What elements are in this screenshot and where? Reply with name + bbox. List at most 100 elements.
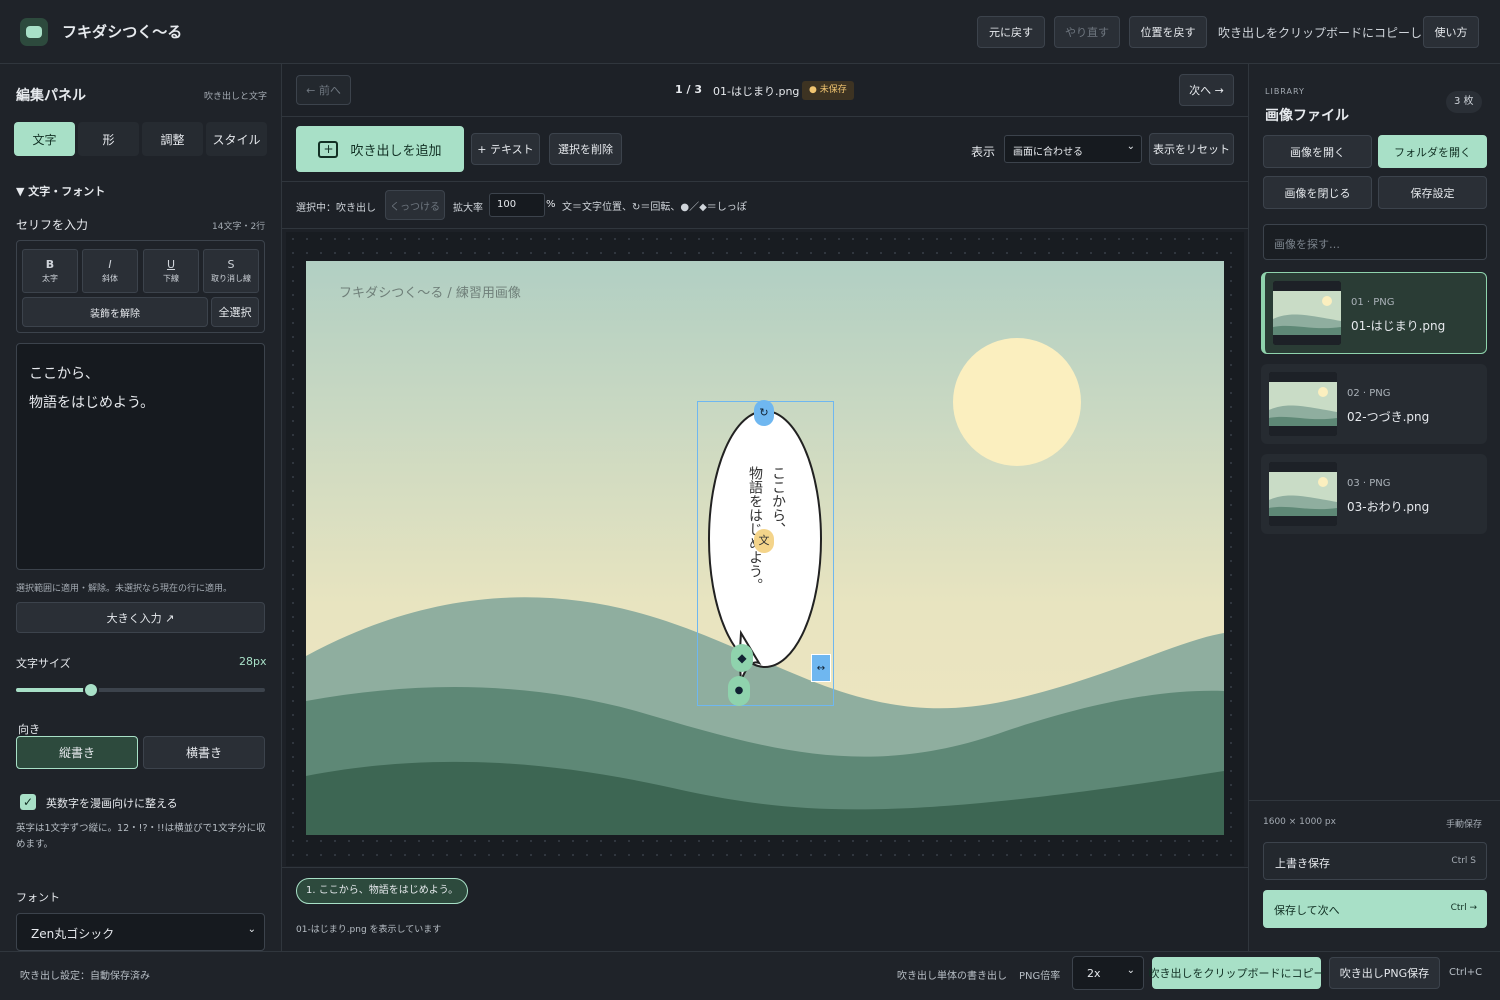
strikethrough-icon: S [227, 258, 235, 271]
image-search-input[interactable]: 画像を探す… [1263, 224, 1487, 260]
clear-format-button[interactable]: 装飾を解除 [22, 297, 208, 327]
overwrite-save-button[interactable]: 上書き保存 Ctrl S [1263, 842, 1487, 880]
copy-bubble-button[interactable]: 吹き出しをクリップボードにコピー [1149, 957, 1325, 989]
prev-button[interactable]: ← 前へ [296, 75, 351, 105]
file-count-badge: 3 枚 [1446, 91, 1482, 113]
font-select[interactable]: Zen丸ゴシック ⌄ [16, 913, 265, 951]
vertical-button[interactable]: 縦書き [16, 736, 138, 769]
apply-hint: 選択範囲に適用・解除。未選択なら現在の行に適用。 [16, 584, 233, 594]
dot-icon: ● [734, 685, 744, 696]
add-bubble-icon: + [318, 140, 339, 158]
bubble-list-chip[interactable]: 1. ここから、物語をはじめよう。 [296, 878, 469, 904]
zoom-label: 拡大率 [453, 203, 483, 214]
redo-button[interactable]: やり直す [1054, 16, 1120, 48]
sun [953, 338, 1081, 466]
open-folder-button[interactable]: フォルダを開く [1378, 135, 1487, 168]
editor-area: ← 前へ 1 / 3 01-はじまり.png ● 未保存 次へ → + 吹き出し… [282, 64, 1248, 951]
manga-checkbox[interactable]: ✓ [20, 794, 36, 810]
diamond-icon: ◆ [737, 651, 747, 665]
delete-selected-button[interactable]: 選択を削除 [549, 133, 622, 165]
save-bubble-png-button[interactable]: 吹き出しPNG保存 [1329, 957, 1440, 989]
file-thumbnail [1269, 372, 1337, 436]
open-image-button[interactable]: 画像を開く [1263, 135, 1372, 168]
save-and-next-button[interactable]: 保存して次へ Ctrl → [1263, 890, 1487, 928]
bold-icon: B [45, 258, 55, 271]
save-mode: 手動保存 [1446, 820, 1483, 830]
panel-subtitle: 吹き出しと文字 [204, 92, 268, 102]
check-icon: ✓ [22, 795, 34, 809]
font-size-label: 文字サイズ [16, 657, 71, 670]
underline-button[interactable]: U 下線 [143, 249, 199, 293]
status-message: 吹き出しをクリップボードにコピーしました [1218, 26, 1459, 40]
display-select[interactable]: 画面に合わせる ⌄ [1004, 135, 1142, 163]
library-panel: LIBRARY 画像ファイル 3 枚 画像を開く フォルダを開く 画像を閉じる … [1248, 64, 1500, 951]
file-thumbnail [1273, 281, 1341, 345]
reset-position-button[interactable]: 位置を戻す [1129, 16, 1207, 48]
selected-label: 選択中：吹き出し [296, 203, 376, 214]
image-dimensions: 1600 × 1000 px [1263, 817, 1336, 827]
app-title: フキダシつく〜る [62, 23, 183, 41]
strikethrough-button[interactable]: S 取り消し線 [203, 249, 259, 293]
select-all-button[interactable]: 全選択 [211, 297, 259, 327]
save-settings-button[interactable]: 保存設定 [1378, 176, 1487, 209]
manga-description: 英字は1文字ずつ縦に。12・!?・!!は横並びで1文字分に収めます。 [16, 823, 266, 850]
file-item-3[interactable]: 03 · PNG 03-おわり.png [1261, 454, 1487, 534]
chevron-down-icon: ⌄ [1126, 965, 1135, 976]
text-input[interactable]: ここから、 物語をはじめよう。 [16, 343, 265, 570]
section-text-font[interactable]: ▼ 文字・フォント [16, 183, 105, 199]
zoom-unit: % [546, 199, 556, 210]
font-label: フォント [16, 891, 60, 904]
underline-icon: U [166, 258, 176, 271]
current-filename: 01-はじまり.png [713, 85, 800, 98]
tail-dot-handle[interactable]: ● [728, 676, 750, 706]
format-toolbar: B 太字 I 斜体 U 下線 S 取り消し線 装飾を解除 全選択 [16, 240, 265, 333]
library-title: 画像ファイル [1265, 108, 1349, 124]
file-item-2[interactable]: 02 · PNG 02-つづき.png [1261, 364, 1487, 444]
edit-panel: 編集パネル 吹き出しと文字 文字 形 調整 スタイル ▼ 文字・フォント セリフ… [0, 64, 282, 951]
header: フキダシつく〜る 元に戻す やり直す 位置を戻す 吹き出しをクリップボードにコピ… [0, 0, 1500, 64]
png-scale-select[interactable]: 2x ⌄ [1072, 956, 1144, 990]
app-logo-icon [20, 18, 48, 46]
undo-button[interactable]: 元に戻す [977, 16, 1045, 48]
input-count: 14文字・2行 [212, 222, 266, 232]
single-export-label: 吹き出し単体の書き出し [897, 971, 1007, 982]
chevron-down-icon: ⌄ [1126, 141, 1135, 152]
font-size-value: 28px [239, 655, 267, 668]
attach-button[interactable]: くっつける [385, 190, 445, 220]
canvas-caption: フキダシつく〜る / 練習用画像 [339, 286, 521, 301]
manga-label[interactable]: 英数字を漫画向けに整える [46, 795, 178, 811]
direction-label: 向き [18, 723, 40, 736]
file-thumbnail [1269, 462, 1337, 526]
reset-view-button[interactable]: 表示をリセット [1149, 133, 1234, 165]
help-button[interactable]: 使い方 [1423, 16, 1479, 48]
handle-legend: 文＝文字位置、↻＝回転、●／◆＝しっぽ [562, 202, 747, 213]
next-button[interactable]: 次へ → [1179, 74, 1234, 106]
display-status: 01-はじまり.png を表示しています [296, 925, 442, 935]
autosave-status: 吹き出し設定：自動保存済み [20, 971, 150, 982]
tail-diamond-handle[interactable]: ◆ [731, 644, 753, 672]
bubble-text-column-1: ここから、 [770, 466, 786, 536]
tab-shape[interactable]: 形 [78, 122, 139, 156]
tab-style[interactable]: スタイル [206, 122, 267, 156]
text-position-handle[interactable]: 文 [754, 529, 774, 553]
large-input-button[interactable]: 大きく入力 ↗ [16, 602, 265, 633]
add-bubble-button[interactable]: + 吹き出しを追加 [296, 126, 464, 172]
library-label: LIBRARY [1265, 87, 1305, 96]
italic-button[interactable]: I 斜体 [82, 249, 138, 293]
horizontal-button[interactable]: 横書き [143, 736, 265, 769]
rotate-handle[interactable]: ↻ [754, 400, 774, 426]
copy-shortcut: Ctrl+C [1449, 967, 1483, 978]
tab-adjust[interactable]: 調整 [142, 122, 203, 156]
bold-button[interactable]: B 太字 [22, 249, 78, 293]
footer: 吹き出し設定：自動保存済み 吹き出し単体の書き出し PNG倍率 2x ⌄ 吹き出… [0, 951, 1500, 1000]
slider-handle[interactable] [82, 682, 99, 698]
resize-handle[interactable]: ↔ [811, 654, 831, 682]
add-text-button[interactable]: + テキスト [471, 133, 540, 165]
chevron-down-icon: ⌄ [247, 924, 256, 935]
zoom-input[interactable]: 100 [489, 193, 545, 217]
font-size-slider[interactable] [16, 682, 265, 698]
close-image-button[interactable]: 画像を閉じる [1263, 176, 1372, 209]
png-scale-label: PNG倍率 [1019, 971, 1061, 982]
tab-text[interactable]: 文字 [14, 122, 75, 156]
file-item-1[interactable]: 01 · PNG 01-はじまり.png [1261, 272, 1487, 354]
